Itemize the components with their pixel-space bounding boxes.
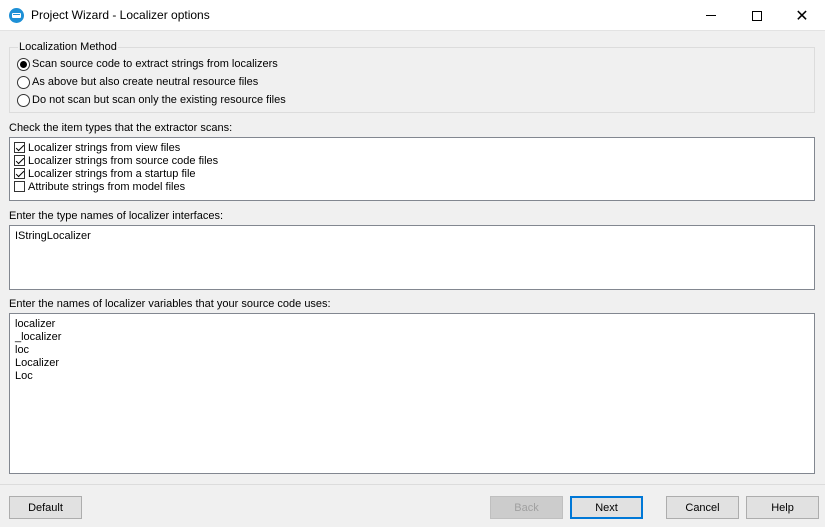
footer-separator <box>0 484 825 485</box>
next-button[interactable]: Next <box>570 496 643 519</box>
check-view-files[interactable]: Localizer strings from view files <box>14 141 180 154</box>
check-model-files[interactable]: Attribute strings from model files <box>14 180 185 193</box>
text-line: loc <box>15 344 30 356</box>
check-source-code-files[interactable]: Localizer strings from source code files <box>14 154 218 167</box>
interfaces-textarea[interactable]: IStringLocalizer <box>9 225 815 290</box>
radio-existing-only[interactable]: Do not scan but scan only the existing r… <box>17 93 286 107</box>
checkbox-label: Localizer strings from view files <box>28 141 181 154</box>
radio-button[interactable] <box>17 57 30 71</box>
maximize-button[interactable] <box>734 0 780 31</box>
check-startup-file[interactable]: Localizer strings from a startup file <box>14 167 196 180</box>
variables-textarea[interactable]: localizer _localizer loc Localizer Loc <box>9 313 815 474</box>
window-title: Project Wizard - Localizer options <box>31 8 210 22</box>
close-button[interactable]: ✕ <box>779 0 825 31</box>
text-line: Loc <box>15 370 33 382</box>
cancel-button[interactable]: Cancel <box>666 496 739 519</box>
radio-label: Do not scan but scan only the existing r… <box>32 94 286 106</box>
localization-method-legend: Localization Method <box>18 41 118 53</box>
interfaces-label: Enter the type names of localizer interf… <box>9 210 223 222</box>
checkbox-label: Attribute strings from model files <box>28 180 186 193</box>
checkbox[interactable] <box>14 142 25 153</box>
maximize-icon <box>752 10 762 21</box>
radio-label: As above but also create neutral resourc… <box>32 76 259 88</box>
text-line: IStringLocalizer <box>15 230 91 242</box>
variables-label: Enter the names of localizer variables t… <box>9 298 331 310</box>
radio-create-neutral[interactable]: As above but also create neutral resourc… <box>17 75 258 89</box>
checkbox[interactable] <box>14 155 25 166</box>
checkbox[interactable] <box>14 168 25 179</box>
help-button[interactable]: Help <box>746 496 819 519</box>
checkbox-label: Localizer strings from source code files <box>28 154 219 167</box>
item-types-label: Check the item types that the extractor … <box>9 122 233 134</box>
checkbox-label: Localizer strings from a startup file <box>28 167 196 180</box>
back-button[interactable]: Back <box>490 496 563 519</box>
text-line: Localizer <box>15 357 60 369</box>
radio-label: Scan source code to extract strings from… <box>32 58 278 70</box>
radio-button[interactable] <box>17 75 30 89</box>
default-button[interactable]: Default <box>9 496 82 519</box>
app-icon <box>9 8 24 23</box>
close-icon: ✕ <box>795 5 809 25</box>
minimize-button[interactable] <box>688 0 734 31</box>
radio-scan-source[interactable]: Scan source code to extract strings from… <box>17 57 278 71</box>
radio-button[interactable] <box>17 93 30 107</box>
text-line: localizer <box>15 318 56 330</box>
title-bar: Project Wizard - Localizer options ✕ <box>0 0 825 31</box>
text-line: _localizer <box>15 331 62 343</box>
minimize-icon <box>706 15 716 16</box>
item-types-list[interactable]: Localizer strings from view files Locali… <box>9 137 815 201</box>
checkbox[interactable] <box>14 181 25 192</box>
